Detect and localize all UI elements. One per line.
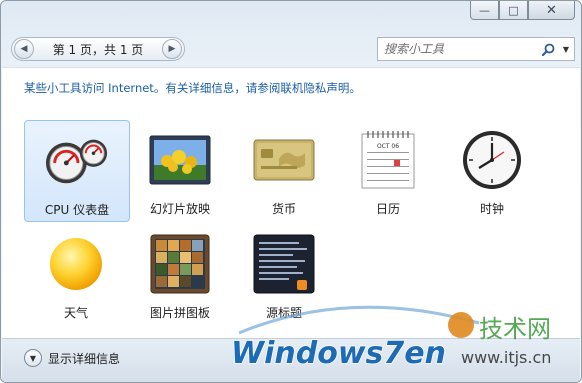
gadget-label: CPU 仪表盘 (44, 203, 110, 217)
gadget-label: 幻灯片放映 (149, 202, 210, 216)
toolbar: ◀ 第 1 页，共 1 页 ▶ ▼ (1, 29, 581, 67)
gadget-slideshow[interactable]: 幻灯片放映 (128, 120, 232, 220)
calendar-month-text: OCT 06 (377, 143, 399, 150)
chevron-down-icon: ▼ (562, 44, 570, 54)
gadget-gallery-window: — □ ✕ ◀ 第 1 页，共 1 页 ▶ 搜索小工具 ▼ 某些小工具访问 In… (0, 0, 582, 383)
gadget-label: 天气 (63, 306, 88, 320)
search-input[interactable] (378, 40, 538, 58)
chevron-left-icon: ◀ (20, 44, 28, 54)
clock-icon (460, 128, 524, 192)
currency-icon (252, 128, 316, 192)
show-details-label: 显示详细信息 (48, 351, 121, 366)
weather-icon (44, 232, 108, 296)
show-details-button[interactable]: ▼ 显示详细信息 (24, 349, 120, 367)
search-icon (541, 43, 554, 56)
gadget-label: 货币 (271, 202, 296, 216)
gadget-picture-puzzle[interactable]: 图片拼图板 (128, 224, 232, 324)
next-page-button[interactable]: ▶ (162, 39, 182, 59)
gadget-label: 日历 (375, 202, 400, 216)
footer-bar: ▼ 显示详细信息 (2, 338, 580, 382)
calendar-icon: OCT 06 (356, 128, 420, 192)
gadget-label: 图片拼图板 (149, 306, 210, 320)
feed-headlines-icon (252, 232, 316, 296)
search-options-button[interactable]: ▼ (558, 45, 574, 54)
previous-page-button[interactable]: ◀ (14, 39, 34, 59)
chevron-right-icon: ▶ (168, 44, 176, 54)
gadget-calendar[interactable]: OCT 06 日历 (336, 120, 440, 220)
gadget-label: 源标题 (265, 306, 302, 320)
privacy-notice-link[interactable]: 某些小工具访问 Internet。有关详细信息，请参阅联机隐私声明。 (24, 80, 361, 96)
page-indicator: 第 1 页，共 1 页 (52, 42, 144, 57)
maximize-icon: □ (508, 3, 519, 17)
close-icon: ✕ (546, 2, 557, 18)
cpu-meter-icon (45, 129, 109, 193)
pager: ◀ 第 1 页，共 1 页 ▶ (11, 37, 185, 61)
picture-puzzle-icon (148, 232, 212, 296)
gadget-weather[interactable]: 天气 (24, 224, 128, 324)
slideshow-icon (148, 128, 212, 192)
minimize-icon: — (479, 3, 490, 17)
caption-buttons: — □ ✕ (470, 1, 575, 21)
gadget-feed-headlines[interactable]: 源标题 (232, 224, 336, 324)
gadget-currency[interactable]: 货币 (232, 120, 336, 220)
gadget-cpu-meter[interactable]: CPU 仪表盘 (24, 120, 130, 222)
gadget-label: 时钟 (479, 202, 504, 216)
chevron-down-icon: ▼ (24, 349, 42, 367)
gadget-area: 某些小工具访问 Internet。有关详细信息，请参阅联机隐私声明。 CPU 仪… (2, 67, 580, 338)
maximize-button[interactable]: □ (499, 1, 528, 20)
gadget-clock[interactable]: 时钟 (440, 120, 544, 220)
close-button[interactable]: ✕ (528, 1, 575, 20)
search-box: ▼ (377, 37, 575, 61)
minimize-button[interactable]: — (470, 1, 499, 20)
search-button[interactable] (538, 43, 558, 56)
